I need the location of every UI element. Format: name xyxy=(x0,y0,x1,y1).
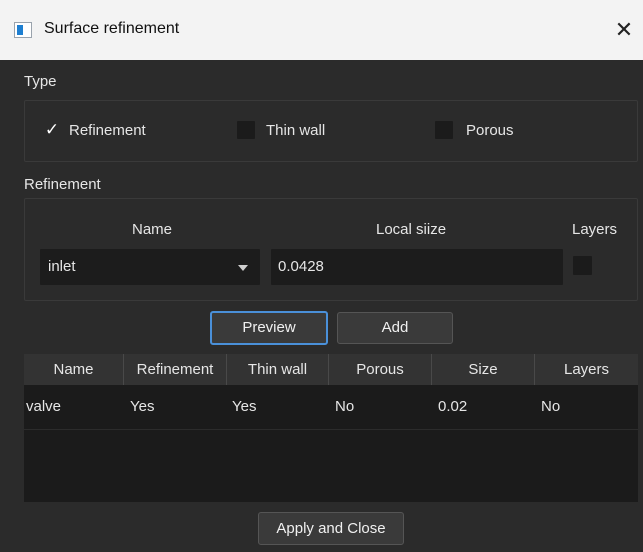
cell-thin-wall: Yes xyxy=(232,398,257,415)
refinement-checkbox-label: Refinement xyxy=(69,121,146,139)
preview-button[interactable]: Preview xyxy=(210,311,328,345)
local-size-field[interactable]: 0.0428 xyxy=(271,249,563,285)
add-button[interactable]: Add xyxy=(337,312,453,344)
column-header-refinement[interactable]: Refinement xyxy=(124,354,227,385)
porous-checkbox-label: Porous xyxy=(466,121,514,139)
refinement-checkbox[interactable]: ✓ Refinement xyxy=(43,121,146,139)
local-size-header: Local siize xyxy=(376,221,447,238)
window-title: Surface refinement xyxy=(44,20,180,37)
title-bar: Surface refinement ✕ xyxy=(0,0,643,60)
chevron-down-icon[interactable] xyxy=(238,265,248,271)
name-dropdown[interactable]: inlet xyxy=(40,249,260,285)
table-row[interactable]: valve Yes Yes No 0.02 No xyxy=(24,385,638,430)
local-size-value: 0.0428 xyxy=(278,258,324,275)
thin-wall-checkbox[interactable]: Thin wall xyxy=(237,121,325,139)
cell-porous: No xyxy=(335,398,355,415)
column-header-name[interactable]: Name xyxy=(24,354,124,385)
name-dropdown-value: inlet xyxy=(48,258,76,275)
table-header: Name Refinement Thin wall Porous Size La… xyxy=(24,354,638,385)
layers-header: Layers xyxy=(572,221,618,238)
apply-and-close-button[interactable]: Apply and Close xyxy=(258,512,404,545)
cell-layers: No xyxy=(541,398,561,415)
column-header-size[interactable]: Size xyxy=(432,354,535,385)
thin-wall-checkbox-label: Thin wall xyxy=(266,121,326,139)
close-button[interactable]: ✕ xyxy=(608,12,640,48)
column-header-thin-wall[interactable]: Thin wall xyxy=(227,354,329,385)
column-header-layers[interactable]: Layers xyxy=(535,354,638,385)
cell-size: 0.02 xyxy=(438,398,468,415)
checkbox-box xyxy=(237,121,255,139)
refinement-group-title: Refinement xyxy=(24,176,101,193)
window-icon xyxy=(14,22,32,38)
check-icon: ✓ xyxy=(44,120,60,139)
cell-refinement: Yes xyxy=(130,398,155,415)
refinement-group: Name Local siize Layers inlet 0.0428 xyxy=(24,198,638,301)
checkbox-box xyxy=(435,121,453,139)
type-group-title: Type xyxy=(24,73,57,90)
porous-checkbox[interactable]: Porous xyxy=(435,121,514,139)
refinement-table: Name Refinement Thin wall Porous Size La… xyxy=(24,354,638,502)
column-header-porous[interactable]: Porous xyxy=(329,354,432,385)
name-header: Name xyxy=(132,221,173,238)
layers-checkbox[interactable] xyxy=(573,256,592,275)
type-group: ✓ Refinement Thin wall Porous xyxy=(24,100,638,162)
cell-name: valve xyxy=(26,398,62,415)
